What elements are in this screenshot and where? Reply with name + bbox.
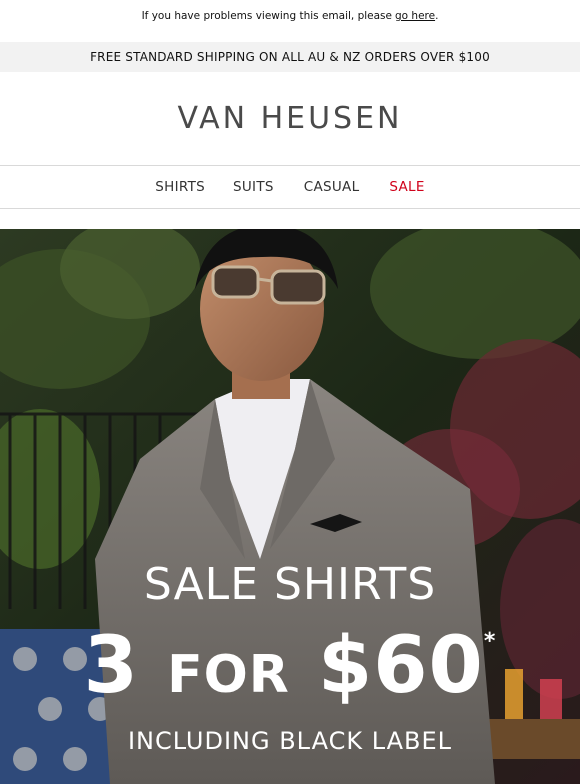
offer-word: FOR — [167, 645, 290, 705]
main-nav: SHIRTS SUITS CASUAL SALE — [0, 166, 580, 209]
hero-offer: 3 FOR $60* — [0, 621, 580, 711]
offer-price: $60 — [318, 621, 484, 711]
nav-item-sale[interactable]: SALE — [389, 179, 424, 195]
hero-banner[interactable]: SALE SHIRTS 3 FOR $60* INCLUDING BLACK L… — [0, 229, 580, 784]
shipping-banner-text: FREE STANDARD SHIPPING ON ALL AU & NZ OR… — [90, 50, 490, 64]
shipping-banner: FREE STANDARD SHIPPING ON ALL AU & NZ OR… — [0, 42, 580, 72]
hero-subline: INCLUDING BLACK LABEL — [127, 727, 453, 755]
nav-item-casual[interactable]: CASUAL — [304, 179, 360, 195]
nav-item-suits[interactable]: SUITS — [233, 179, 274, 195]
view-online-link[interactable]: go here — [395, 10, 435, 22]
offer-asterisk: * — [483, 629, 497, 654]
brand-logo[interactable]: VAN HEUSEN — [177, 101, 402, 136]
preheader: If you have problems viewing this email,… — [0, 0, 580, 32]
preheader-text: If you have problems viewing this email,… — [141, 10, 392, 22]
nav-item-shirts[interactable]: SHIRTS — [155, 179, 205, 195]
header: VAN HEUSEN — [0, 72, 580, 166]
offer-number: 3 — [83, 621, 139, 711]
hero-headline: SALE SHIRTS — [143, 559, 437, 610]
preheader-suffix: . — [435, 10, 439, 22]
